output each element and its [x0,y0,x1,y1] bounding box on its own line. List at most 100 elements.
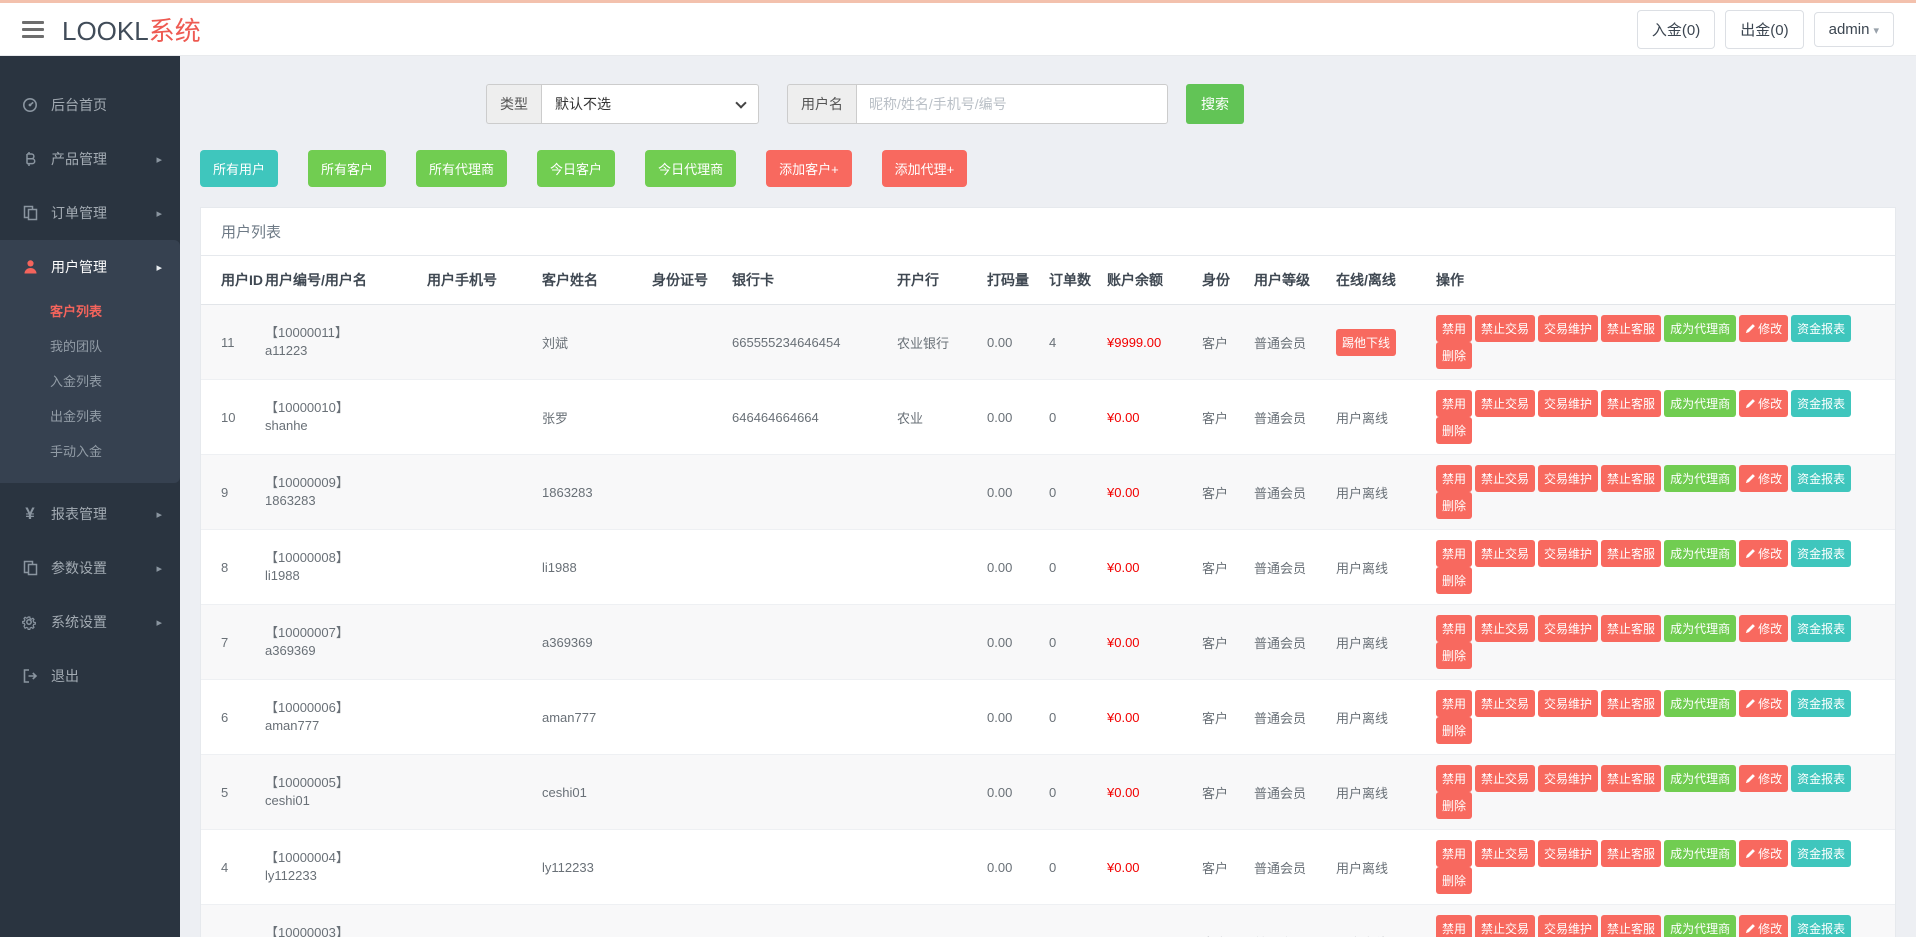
ban-service-button[interactable]: 禁止客服 [1601,840,1661,867]
make-agent-button[interactable]: 成为代理商 [1664,765,1736,792]
delete-button[interactable]: 删除 [1436,867,1472,894]
sidebar-item-reports[interactable]: ¥报表管理▸ [0,487,180,541]
add-agent-button[interactable]: 添加代理+ [882,150,968,187]
make-agent-button[interactable]: 成为代理商 [1664,840,1736,867]
deposit-button[interactable]: 入金(0) [1637,10,1715,49]
sidebar-item-products[interactable]: 产品管理▸ [0,132,180,186]
edit-button[interactable]: 修改 [1739,915,1788,937]
ban-service-button[interactable]: 禁止客服 [1601,915,1661,937]
hamburger-menu-icon[interactable] [22,21,44,38]
trade-maintenance-button[interactable]: 交易维护 [1538,540,1598,567]
sidebar-item-logout[interactable]: 退出 [0,649,180,703]
disable-button[interactable]: 禁用 [1436,315,1472,342]
sidebar-subitem-customer-list[interactable]: 客户列表 [0,294,180,329]
sidebar-item-orders[interactable]: 订单管理▸ [0,186,180,240]
make-agent-button[interactable]: 成为代理商 [1664,465,1736,492]
ban-trade-button[interactable]: 禁止交易 [1475,465,1535,492]
ban-service-button[interactable]: 禁止客服 [1601,690,1661,717]
type-filter-select[interactable]: 默认不选 [541,84,759,124]
fund-report-button[interactable]: 资金报表 [1791,915,1851,937]
sidebar-subitem-manual-deposit[interactable]: 手动入金 [0,434,180,469]
today-customers-button[interactable]: 今日客户 [537,150,615,187]
fund-report-button[interactable]: 资金报表 [1791,840,1851,867]
delete-button[interactable]: 删除 [1436,717,1472,744]
edit-button[interactable]: 修改 [1739,390,1788,417]
trade-maintenance-button[interactable]: 交易维护 [1538,690,1598,717]
make-agent-button[interactable]: 成为代理商 [1664,390,1736,417]
fund-report-button[interactable]: 资金报表 [1791,540,1851,567]
make-agent-button[interactable]: 成为代理商 [1664,690,1736,717]
disable-button[interactable]: 禁用 [1436,840,1472,867]
ban-service-button[interactable]: 禁止客服 [1601,390,1661,417]
make-agent-button[interactable]: 成为代理商 [1664,915,1736,937]
trade-maintenance-button[interactable]: 交易维护 [1538,465,1598,492]
all-users-button[interactable]: 所有用户 [200,150,278,187]
all-customers-button[interactable]: 所有客户 [308,150,386,187]
edit-button[interactable]: 修改 [1739,615,1788,642]
ban-trade-button[interactable]: 禁止交易 [1475,765,1535,792]
admin-dropdown[interactable]: admin▾ [1814,12,1894,47]
edit-button[interactable]: 修改 [1739,540,1788,567]
fund-report-button[interactable]: 资金报表 [1791,690,1851,717]
ban-service-button[interactable]: 禁止客服 [1601,765,1661,792]
add-customer-button[interactable]: 添加客户+ [766,150,852,187]
delete-button[interactable]: 删除 [1436,492,1472,519]
fund-report-button[interactable]: 资金报表 [1791,315,1851,342]
delete-button[interactable]: 删除 [1436,792,1472,819]
trade-maintenance-button[interactable]: 交易维护 [1538,840,1598,867]
kick-offline-button[interactable]: 踢他下线 [1336,329,1396,356]
ban-trade-button[interactable]: 禁止交易 [1475,915,1535,937]
trade-maintenance-button[interactable]: 交易维护 [1538,315,1598,342]
fund-report-button[interactable]: 资金报表 [1791,390,1851,417]
disable-button[interactable]: 禁用 [1436,765,1472,792]
disable-button[interactable]: 禁用 [1436,465,1472,492]
disable-button[interactable]: 禁用 [1436,615,1472,642]
fund-report-button[interactable]: 资金报表 [1791,615,1851,642]
fund-report-button[interactable]: 资金报表 [1791,765,1851,792]
fund-report-button[interactable]: 资金报表 [1791,465,1851,492]
trade-maintenance-button[interactable]: 交易维护 [1538,915,1598,937]
ban-trade-button[interactable]: 禁止交易 [1475,615,1535,642]
sidebar-item-params[interactable]: 参数设置▸ [0,541,180,595]
edit-button[interactable]: 修改 [1739,840,1788,867]
username-filter-label: 用户名 [787,84,856,124]
edit-button[interactable]: 修改 [1739,765,1788,792]
sidebar-item-users[interactable]: 用户管理▸ [0,240,180,294]
username-input[interactable] [856,84,1168,124]
ban-trade-button[interactable]: 禁止交易 [1475,315,1535,342]
disable-button[interactable]: 禁用 [1436,915,1472,937]
today-agents-button[interactable]: 今日代理商 [645,150,736,187]
ban-service-button[interactable]: 禁止客服 [1601,465,1661,492]
trade-maintenance-button[interactable]: 交易维护 [1538,615,1598,642]
sidebar-item-system[interactable]: 系统设置▸ [0,595,180,649]
delete-button[interactable]: 删除 [1436,567,1472,594]
ban-service-button[interactable]: 禁止客服 [1601,540,1661,567]
delete-button[interactable]: 删除 [1436,342,1472,369]
make-agent-button[interactable]: 成为代理商 [1664,540,1736,567]
all-agents-button[interactable]: 所有代理商 [416,150,507,187]
ban-service-button[interactable]: 禁止客服 [1601,315,1661,342]
sidebar-subitem-my-team[interactable]: 我的团队 [0,329,180,364]
delete-button[interactable]: 删除 [1436,417,1472,444]
disable-button[interactable]: 禁用 [1436,540,1472,567]
disable-button[interactable]: 禁用 [1436,690,1472,717]
trade-maintenance-button[interactable]: 交易维护 [1538,390,1598,417]
sidebar-item-home[interactable]: 后台首页 [0,78,180,132]
disable-button[interactable]: 禁用 [1436,390,1472,417]
ban-service-button[interactable]: 禁止客服 [1601,615,1661,642]
delete-button[interactable]: 删除 [1436,642,1472,669]
sidebar-subitem-deposit-list[interactable]: 入金列表 [0,364,180,399]
edit-button[interactable]: 修改 [1739,315,1788,342]
make-agent-button[interactable]: 成为代理商 [1664,315,1736,342]
sidebar-subitem-withdraw-list[interactable]: 出金列表 [0,399,180,434]
search-button[interactable]: 搜索 [1186,84,1244,124]
ban-trade-button[interactable]: 禁止交易 [1475,690,1535,717]
trade-maintenance-button[interactable]: 交易维护 [1538,765,1598,792]
edit-button[interactable]: 修改 [1739,465,1788,492]
ban-trade-button[interactable]: 禁止交易 [1475,390,1535,417]
ban-trade-button[interactable]: 禁止交易 [1475,540,1535,567]
edit-button[interactable]: 修改 [1739,690,1788,717]
withdraw-button[interactable]: 出金(0) [1725,10,1803,49]
make-agent-button[interactable]: 成为代理商 [1664,615,1736,642]
ban-trade-button[interactable]: 禁止交易 [1475,840,1535,867]
